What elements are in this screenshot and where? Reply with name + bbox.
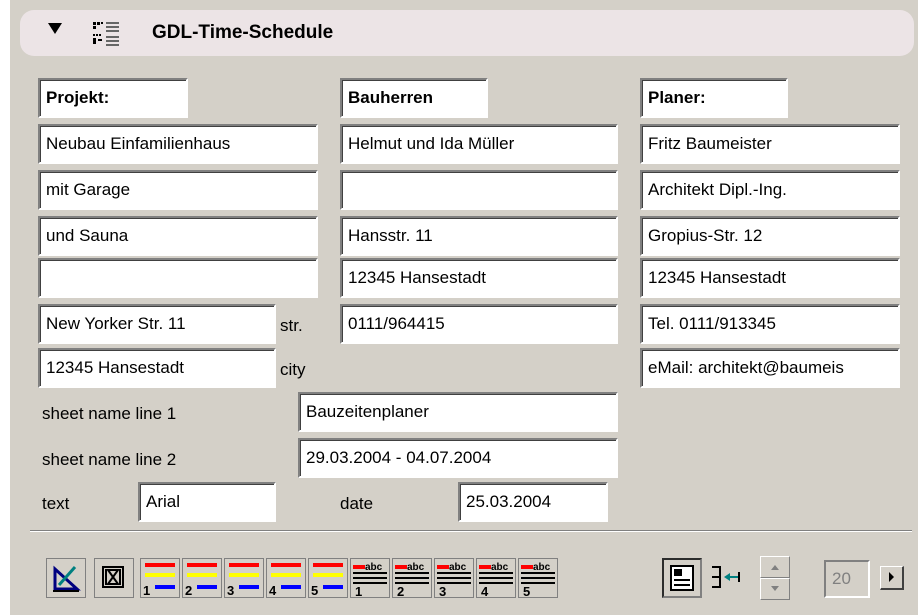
bauherren-line-3[interactable]: Hansstr. 11 bbox=[340, 216, 618, 256]
projekt-heading-field[interactable]: Projekt: bbox=[38, 78, 188, 118]
line-style-button-4[interactable]: 4 bbox=[266, 558, 306, 598]
abc-label: abc bbox=[533, 562, 551, 573]
triangle-down-icon[interactable] bbox=[48, 23, 62, 34]
text-style-button-3[interactable]: abc 3 bbox=[434, 558, 474, 598]
text-font-label: text bbox=[42, 494, 70, 513]
bauherren-line-4[interactable]: 12345 Hansestadt bbox=[340, 258, 618, 298]
text-style-number: 1 bbox=[355, 584, 362, 597]
line-style-icon: 2 bbox=[185, 563, 217, 597]
planer-line-5[interactable]: Tel. 0111/913345 bbox=[640, 304, 900, 344]
sheet-line-2-field[interactable]: 29.03.2004 - 04.07.2004 bbox=[298, 438, 618, 478]
bauherren-line-1[interactable]: Helmut und Ida Müller bbox=[340, 124, 618, 164]
sheet-line-1-label: sheet name line 1 bbox=[42, 404, 177, 423]
spin-up-button[interactable] bbox=[760, 556, 790, 578]
abc-label: abc bbox=[491, 562, 509, 573]
settings-tool-button[interactable] bbox=[46, 558, 86, 598]
insert-row-icon bbox=[712, 566, 740, 588]
settings-panel: GDL-Time-Schedule Projekt: Neubau Einfam… bbox=[10, 0, 916, 615]
hourglass-tool-button[interactable] bbox=[94, 558, 134, 598]
list-grid-icon bbox=[93, 22, 119, 46]
hourglass-icon bbox=[102, 566, 124, 588]
street-label: str. bbox=[280, 316, 303, 335]
line-style-button-2[interactable]: 2 bbox=[182, 558, 222, 598]
bauherren-line-5[interactable]: 0111/964415 bbox=[340, 304, 618, 344]
font-field[interactable]: Arial bbox=[138, 482, 276, 522]
ruler-pencil-icon bbox=[53, 565, 81, 592]
next-page-button[interactable] bbox=[880, 566, 904, 590]
text-style-button-4[interactable]: abc 4 bbox=[476, 558, 516, 598]
insert-row-button[interactable] bbox=[708, 558, 748, 598]
arrow-right-icon bbox=[889, 572, 894, 582]
abc-label: abc bbox=[365, 562, 383, 573]
planer-line-2[interactable]: Architekt Dipl.-Ing. bbox=[640, 170, 900, 210]
arrow-up-icon bbox=[771, 565, 779, 570]
line-style-icon: 1 bbox=[143, 563, 175, 597]
line-style-button-1[interactable]: 1 bbox=[140, 558, 180, 598]
city-label: city bbox=[280, 360, 306, 379]
line-style-button-5[interactable]: 5 bbox=[308, 558, 348, 598]
projekt-line-4[interactable] bbox=[38, 258, 318, 298]
text-style-number: 5 bbox=[523, 584, 530, 597]
line-style-number: 5 bbox=[311, 583, 318, 597]
planer-heading-field[interactable]: Planer: bbox=[640, 78, 788, 118]
text-style-button-1[interactable]: abc 1 bbox=[350, 558, 390, 598]
line-style-number: 2 bbox=[185, 583, 192, 597]
projekt-line-3[interactable]: und Sauna bbox=[38, 216, 318, 256]
line-style-button-3[interactable]: 3 bbox=[224, 558, 264, 598]
bauherren-line-2[interactable] bbox=[340, 170, 618, 210]
page-number-field[interactable]: 20 bbox=[824, 560, 870, 598]
text-style-number: 2 bbox=[397, 584, 404, 597]
panel-header[interactable]: GDL-Time-Schedule bbox=[20, 10, 914, 56]
bauherren-heading-field[interactable]: Bauherren bbox=[340, 78, 488, 118]
projekt-street-field[interactable]: New Yorker Str. 11 bbox=[38, 304, 276, 344]
projekt-city-field[interactable]: 12345 Hansestadt bbox=[38, 348, 276, 388]
planer-line-6[interactable]: eMail: architekt@baumeis bbox=[640, 348, 900, 388]
panel-title: GDL-Time-Schedule bbox=[152, 22, 334, 43]
row-spinner[interactable] bbox=[760, 556, 790, 600]
text-style-number: 4 bbox=[481, 584, 489, 597]
arrow-down-icon bbox=[771, 586, 779, 591]
spin-down-button[interactable] bbox=[760, 578, 790, 600]
line-style-icon: 5 bbox=[311, 563, 343, 597]
line-style-icon: 4 bbox=[269, 563, 301, 597]
text-block-icon bbox=[670, 565, 694, 591]
abc-label: abc bbox=[407, 562, 425, 573]
date-field[interactable]: 25.03.2004 bbox=[458, 482, 608, 522]
line-style-number: 3 bbox=[227, 583, 234, 597]
line-style-number: 4 bbox=[269, 583, 277, 597]
line-style-icon: 3 bbox=[227, 563, 259, 597]
page-edge bbox=[0, 0, 10, 615]
text-style-icon: abc 3 bbox=[437, 562, 471, 597]
text-style-button-2[interactable]: abc 2 bbox=[392, 558, 432, 598]
text-style-icon: abc 5 bbox=[521, 562, 555, 597]
projekt-line-2[interactable]: mit Garage bbox=[38, 170, 318, 210]
text-style-icon: abc 2 bbox=[395, 562, 429, 597]
planer-line-4[interactable]: 12345 Hansestadt bbox=[640, 258, 900, 298]
separator bbox=[30, 530, 912, 532]
sheet-line-2-label: sheet name line 2 bbox=[42, 450, 177, 469]
projekt-line-1[interactable]: Neubau Einfamilienhaus bbox=[38, 124, 318, 164]
planer-line-3[interactable]: Gropius-Str. 12 bbox=[640, 216, 900, 256]
planer-line-1[interactable]: Fritz Baumeister bbox=[640, 124, 900, 164]
line-style-number: 1 bbox=[143, 583, 150, 597]
date-label: date bbox=[340, 494, 374, 513]
sheet-line-1-field[interactable]: Bauzeitenplaner bbox=[298, 392, 618, 432]
text-style-icon: abc 4 bbox=[479, 562, 513, 597]
text-block-toggle-button[interactable] bbox=[662, 558, 702, 598]
text-style-number: 3 bbox=[439, 584, 446, 597]
text-style-button-5[interactable]: abc 5 bbox=[518, 558, 558, 598]
abc-label: abc bbox=[449, 562, 467, 573]
text-style-icon: abc 1 bbox=[353, 562, 387, 597]
